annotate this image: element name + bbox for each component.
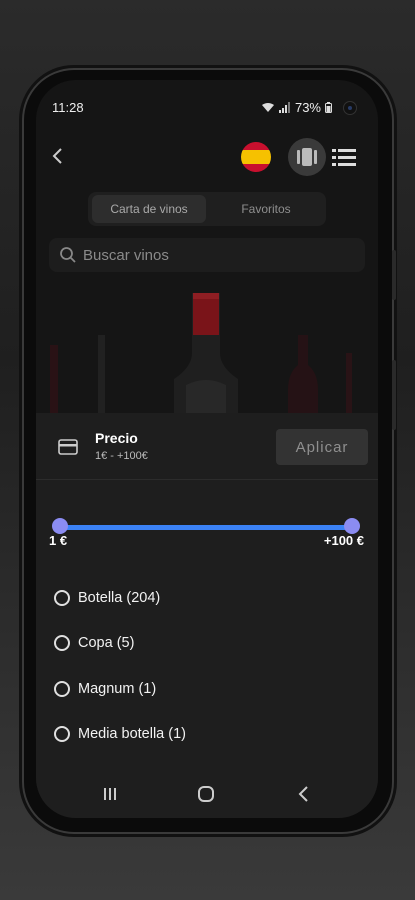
- slider-min-handle[interactable]: [52, 518, 68, 534]
- battery-percent: 73%: [294, 100, 321, 115]
- slider-max-handle[interactable]: [344, 518, 360, 534]
- volume-button: [392, 250, 396, 300]
- radio-button[interactable]: [54, 681, 70, 697]
- slider-track[interactable]: [60, 525, 352, 530]
- radio-button[interactable]: [54, 635, 70, 651]
- grid-view-icon: [297, 148, 317, 166]
- filter-header: Precio 1€ - +100€ Aplicar: [36, 413, 378, 480]
- slider-max-label: +100 €: [323, 533, 364, 548]
- status-icons: 73%: [261, 100, 332, 115]
- filter-title: Precio: [95, 430, 138, 446]
- radio-button[interactable]: [54, 726, 70, 742]
- home-icon[interactable]: [196, 784, 216, 804]
- price-slider[interactable]: [52, 517, 360, 537]
- wine-bottles-image: [36, 285, 378, 415]
- back-icon[interactable]: [294, 784, 314, 804]
- search-input[interactable]: [83, 246, 343, 264]
- battery-icon: [325, 102, 332, 113]
- system-nav-bar: [36, 770, 378, 818]
- front-camera: [344, 102, 356, 114]
- tab-favoritos[interactable]: Favoritos: [210, 195, 322, 223]
- status-bar: 11:28 73%: [36, 80, 378, 115]
- list-view-icon[interactable]: [328, 140, 362, 174]
- chevron-left-icon[interactable]: [48, 146, 68, 166]
- status-time: 11:28: [52, 100, 84, 115]
- option-label: Botella (204): [78, 590, 161, 606]
- radio-button[interactable]: [54, 590, 70, 606]
- apply-button[interactable]: Aplicar: [276, 429, 368, 465]
- option-label: Copa (5): [78, 635, 135, 651]
- wifi-icon: [261, 103, 274, 112]
- tab-bar: Carta de vinos Favoritos: [88, 192, 326, 226]
- option-magnum[interactable]: Magnum (1): [54, 677, 156, 701]
- power-button: [392, 360, 396, 430]
- option-botella[interactable]: Botella (204): [54, 586, 160, 610]
- option-media-botella[interactable]: Media botella (1): [54, 722, 186, 746]
- tab-carta[interactable]: Carta de vinos: [92, 195, 206, 223]
- option-label: Magnum (1): [78, 681, 157, 697]
- spain-flag-icon[interactable]: [241, 142, 271, 172]
- recents-icon[interactable]: [100, 784, 120, 804]
- filter-subtitle: 1€ - +100€: [95, 450, 148, 462]
- search-icon: [60, 247, 76, 263]
- app-screen: 11:28 73% Carta de vinos Favoritos Busca…: [36, 80, 378, 818]
- option-copa[interactable]: Copa (5): [54, 631, 134, 655]
- grid-view-button[interactable]: [288, 138, 326, 176]
- view-toggle[interactable]: [288, 138, 364, 176]
- option-label: Media botella (1): [78, 726, 186, 742]
- slider-min-label: 1 €: [49, 533, 68, 548]
- filter-sheet: Precio 1€ - +100€ Aplicar 1 € +100 € Bot…: [36, 413, 378, 818]
- search-bar: [49, 238, 365, 272]
- top-bar: [36, 136, 378, 180]
- credit-card-icon: [58, 439, 78, 455]
- signal-icon: [278, 102, 290, 113]
